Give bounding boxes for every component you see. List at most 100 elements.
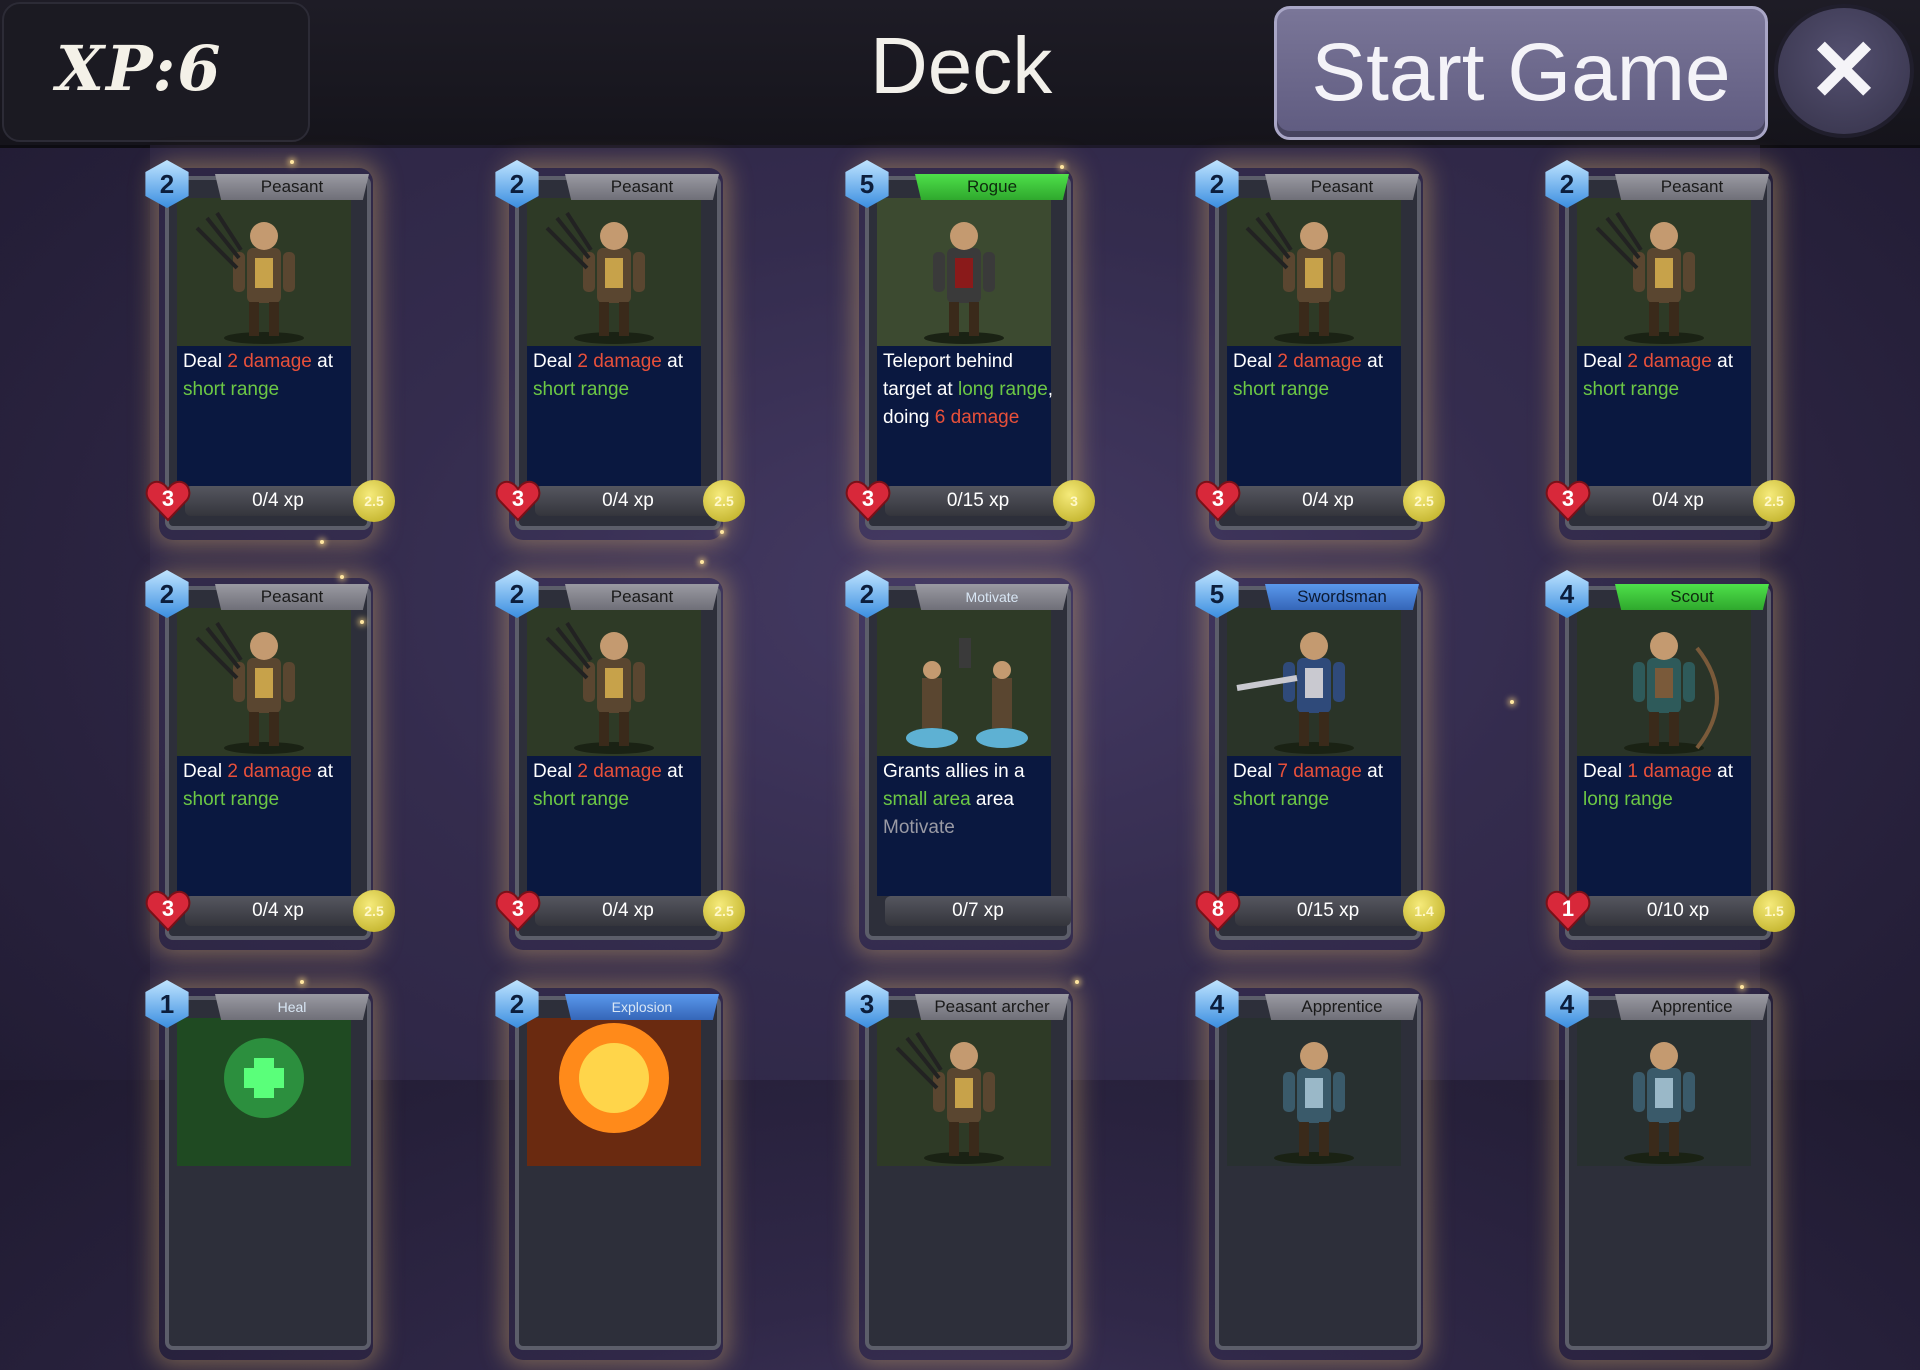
xp-progress: 0/15 xp	[1235, 896, 1421, 926]
health-heart-icon: 3	[1195, 478, 1241, 524]
card-name: Peasant	[1265, 174, 1419, 200]
peasant-art	[177, 608, 351, 756]
unit-card[interactable]: Teleport behind target at long range, do…	[845, 160, 1095, 550]
description-segment: 6 damage	[934, 407, 1020, 428]
unit-card[interactable]: Grants allies in a small area area Motiv…	[845, 570, 1095, 960]
card-art	[1577, 1018, 1751, 1166]
xp-progress: 0/4 xp	[535, 486, 721, 516]
xp-progress: 0/4 xp	[535, 896, 721, 926]
card-art	[1577, 198, 1751, 346]
description-segment: Deal	[183, 351, 228, 372]
unit-card[interactable]: Deal 7 damage at short range Swordsman 5 0/…	[1195, 570, 1445, 960]
peasant-art	[527, 198, 701, 346]
level-value: 2	[509, 988, 525, 1019]
description-segment: short range	[533, 789, 630, 810]
card-art	[177, 198, 351, 346]
unit-card[interactable]: Deal 2 damage at short range Peasant 2 0/4 …	[145, 570, 395, 960]
speed-badge: 3	[1053, 480, 1095, 522]
description-segment: 1 damage	[1627, 761, 1712, 782]
unit-card[interactable]: Deal 2 damage at short range Peasant 2 0/4 …	[1545, 160, 1795, 550]
xp-progress: 0/7 xp	[885, 896, 1071, 926]
peasant-art	[877, 1018, 1051, 1166]
xp-progress: 0/4 xp	[1235, 486, 1421, 516]
unit-card[interactable]: Deal 1 damage at long range Scout 4 0/10 xp…	[1545, 570, 1795, 960]
speed-badge: 1.4	[1403, 890, 1445, 932]
card-art	[527, 608, 701, 756]
description-segment: short range	[183, 789, 280, 810]
level-value: 5	[859, 168, 875, 199]
health-value: 3	[161, 486, 175, 511]
speed-badge: 2.5	[1403, 480, 1445, 522]
description-segment: short range	[1233, 379, 1330, 400]
xp-progress: 0/10 xp	[1585, 896, 1771, 926]
health-heart-icon: 3	[845, 478, 891, 524]
unit-card[interactable]: Explosion 2	[495, 980, 745, 1370]
card-name: Heal	[215, 994, 369, 1020]
health-heart-icon: 3	[495, 478, 541, 524]
close-button[interactable]: ✕	[1774, 4, 1914, 138]
health-heart-icon: 8	[1195, 888, 1241, 934]
description-segment: at	[661, 351, 683, 372]
card-name: Explosion	[565, 994, 719, 1020]
xp-progress: 0/4 xp	[1585, 486, 1771, 516]
description-segment: Grants allies in a	[883, 761, 1025, 782]
description-segment: 2 damage	[577, 351, 662, 372]
health-value: 1	[1561, 896, 1575, 921]
card-art	[1227, 198, 1401, 346]
card-name: Apprentice	[1265, 994, 1419, 1020]
xp-progress: 0/4 xp	[185, 486, 371, 516]
peasant-art	[1227, 198, 1401, 346]
card-art	[877, 1018, 1051, 1166]
description-segment: 2 damage	[1277, 351, 1362, 372]
card-name: Swordsman	[1265, 584, 1419, 610]
card-art	[1227, 608, 1401, 756]
sparkle-icon	[1075, 980, 1079, 984]
description-segment: at	[1711, 761, 1733, 782]
description-segment: area	[970, 789, 1014, 810]
unit-card[interactable]: Deal 2 damage at short range Peasant 2 0/4 …	[495, 160, 745, 550]
level-value: 2	[159, 168, 175, 199]
description-segment: 2 damage	[227, 351, 312, 372]
description-segment: long range	[1583, 789, 1673, 810]
unit-card[interactable]: Peasant archer 3	[845, 980, 1095, 1370]
card-art	[1227, 1018, 1401, 1166]
unit-card[interactable]: Deal 2 damage at short range Peasant 2 0/4 …	[145, 160, 395, 550]
speed-badge: 1.5	[1753, 890, 1795, 932]
description-segment: small area	[883, 789, 971, 810]
speed-badge: 2.5	[353, 890, 395, 932]
sparkle-icon	[290, 160, 294, 164]
card-description: Deal 7 damage at short range	[1233, 758, 1405, 814]
speed-badge: 2.5	[703, 890, 745, 932]
health-heart-icon: 3	[145, 888, 191, 934]
health-heart-icon: 3	[145, 478, 191, 524]
card-name: Peasant	[215, 174, 369, 200]
level-value: 1	[159, 988, 175, 1019]
level-value: 4	[1559, 578, 1575, 609]
card-name: Peasant	[565, 584, 719, 610]
card-description: Deal 2 damage at short range	[183, 348, 355, 404]
unit-card[interactable]: Apprentice 4	[1545, 980, 1795, 1370]
xp-progress: 0/15 xp	[885, 486, 1071, 516]
swordsman-art	[1227, 608, 1401, 756]
unit-card[interactable]: Heal 1	[145, 980, 395, 1370]
xp-panel: XP:6	[2, 2, 310, 142]
speed-badge: 2.5	[703, 480, 745, 522]
start-game-button[interactable]: Start Game	[1274, 6, 1768, 140]
unit-card[interactable]: Deal 2 damage at short range Peasant 2 0/4 …	[495, 570, 745, 960]
peasant-art	[177, 198, 351, 346]
unit-card[interactable]: Apprentice 4	[1195, 980, 1445, 1370]
speed-badge: 2.5	[1753, 480, 1795, 522]
health-value: 3	[1561, 486, 1575, 511]
description-segment: 2 damage	[1627, 351, 1712, 372]
sparkle-icon	[1510, 700, 1514, 704]
speed-badge: 2.5	[353, 480, 395, 522]
close-icon: ✕	[1807, 23, 1881, 119]
card-description: Deal 1 damage at long range	[1583, 758, 1755, 814]
description-segment: 2 damage	[227, 761, 312, 782]
unit-card[interactable]: Deal 2 damage at short range Peasant 2 0/4 …	[1195, 160, 1445, 550]
card-description: Deal 2 damage at short range	[183, 758, 355, 814]
card-description: Deal 2 damage at short range	[533, 758, 705, 814]
description-segment: at	[311, 761, 333, 782]
health-value: 3	[861, 486, 875, 511]
level-value: 3	[859, 988, 875, 1019]
